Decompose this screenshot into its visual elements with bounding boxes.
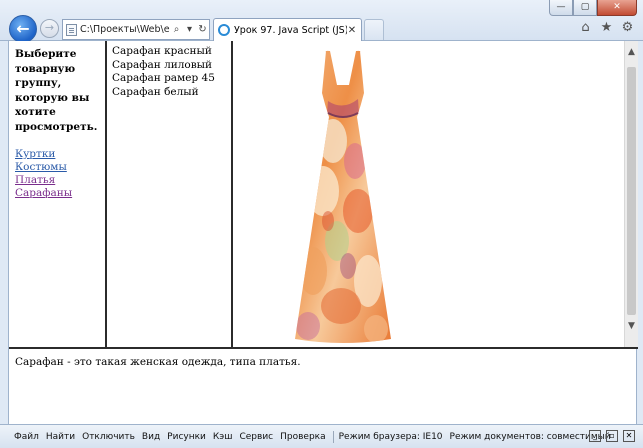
address-bar[interactable]: C:\Проекты\Web\eas ⌕ ▾ ↻ (62, 19, 210, 40)
chevron-down-icon[interactable]: ▾ (183, 24, 196, 35)
scroll-up-icon[interactable]: ▲ (625, 45, 638, 59)
unpin-devtools-icon[interactable]: ▫ (606, 430, 618, 442)
tab-active[interactable]: Урок 97. Java Script (JS): Фр... ✕ (213, 18, 362, 41)
search-icon[interactable]: ⌕ (170, 24, 183, 35)
command-bar: Файл Найти Отключить Вид Рисунки Кэш Сер… (0, 424, 643, 448)
cmd-validate[interactable]: Проверка (280, 432, 326, 442)
cmd-find[interactable]: Найти (46, 432, 75, 442)
close-devtools-icon[interactable]: ✕ (623, 430, 635, 442)
image-frame-scrollbar[interactable]: ▲ ▼ (624, 41, 638, 347)
gear-icon[interactable]: ⚙ (620, 20, 635, 35)
link-dresses[interactable]: Платья (15, 174, 101, 187)
page-content: Выберите товарную группу, которую вы хот… (8, 41, 638, 424)
browser-mode[interactable]: Режим браузера: IE10 (339, 432, 443, 442)
toolbar-icons: ⌂ ★ ⚙ (578, 20, 635, 35)
new-tab-button[interactable] (364, 19, 384, 40)
list-frame: Сарафан красный Сарафан лиловый Сарафан … (107, 41, 231, 347)
image-frame (233, 41, 624, 347)
favorites-icon[interactable]: ★ (599, 20, 614, 35)
link-jackets[interactable]: Куртки (15, 148, 101, 161)
window-controls: — ▢ ✕ (549, 0, 637, 16)
close-window-button[interactable]: ✕ (597, 0, 637, 16)
minimize-button[interactable]: — (549, 0, 573, 16)
description-frame: Сарафан - это такая женская одежда, типа… (9, 349, 638, 424)
list-item[interactable]: Сарафан красный (112, 45, 231, 59)
arrow-right-icon: → (44, 21, 55, 34)
devtools-window-controls: _ ▫ ✕ (589, 430, 635, 442)
ie-icon (218, 24, 230, 36)
cmd-file[interactable]: Файл (14, 432, 39, 442)
separator (332, 430, 334, 443)
list-item[interactable]: Сарафан белый (112, 86, 231, 100)
menu-prompt: Выберите товарную группу, которую вы хот… (15, 48, 98, 133)
home-icon[interactable]: ⌂ (578, 20, 593, 35)
list-item[interactable]: Сарафан лиловый (112, 59, 231, 73)
cmd-disable[interactable]: Отключить (82, 432, 135, 442)
refresh-icon[interactable]: ↻ (196, 24, 209, 35)
cmd-cache[interactable]: Кэш (213, 432, 233, 442)
page-icon (66, 23, 77, 36)
cmd-tools[interactable]: Сервис (239, 432, 273, 442)
scroll-thumb[interactable] (627, 67, 636, 315)
arrow-left-icon: ← (16, 19, 30, 38)
minimize-devtools-icon[interactable]: _ (589, 430, 601, 442)
link-suits[interactable]: Костюмы (15, 161, 101, 174)
maximize-button[interactable]: ▢ (573, 0, 597, 16)
cmd-images[interactable]: Рисунки (167, 432, 206, 442)
description-text: Сарафан - это такая женская одежда, типа… (15, 356, 301, 368)
link-sundresses[interactable]: Сарафаны (15, 187, 101, 200)
close-tab-icon[interactable]: ✕ (347, 25, 357, 36)
address-text[interactable]: C:\Проекты\Web\eas (80, 24, 170, 35)
tab-title: Урок 97. Java Script (JS): Фр... (234, 24, 347, 36)
browser-chrome: — ▢ ✕ ← → C:\Проекты\Web\eas ⌕ ▾ ↻ Урок … (0, 0, 643, 43)
list-item[interactable]: Сарафан рамер 45 (112, 72, 231, 86)
category-links: Куртки Костюмы Платья Сарафаны (15, 148, 101, 200)
scroll-down-icon[interactable]: ▼ (625, 319, 638, 333)
forward-button[interactable]: → (40, 19, 59, 38)
sundress-image (295, 50, 391, 343)
cmd-view[interactable]: Вид (142, 432, 160, 442)
document-mode[interactable]: Режим документов: совместимый (450, 432, 611, 442)
back-button[interactable]: ← (9, 15, 37, 43)
menu-frame: Выберите товарную группу, которую вы хот… (9, 41, 105, 347)
